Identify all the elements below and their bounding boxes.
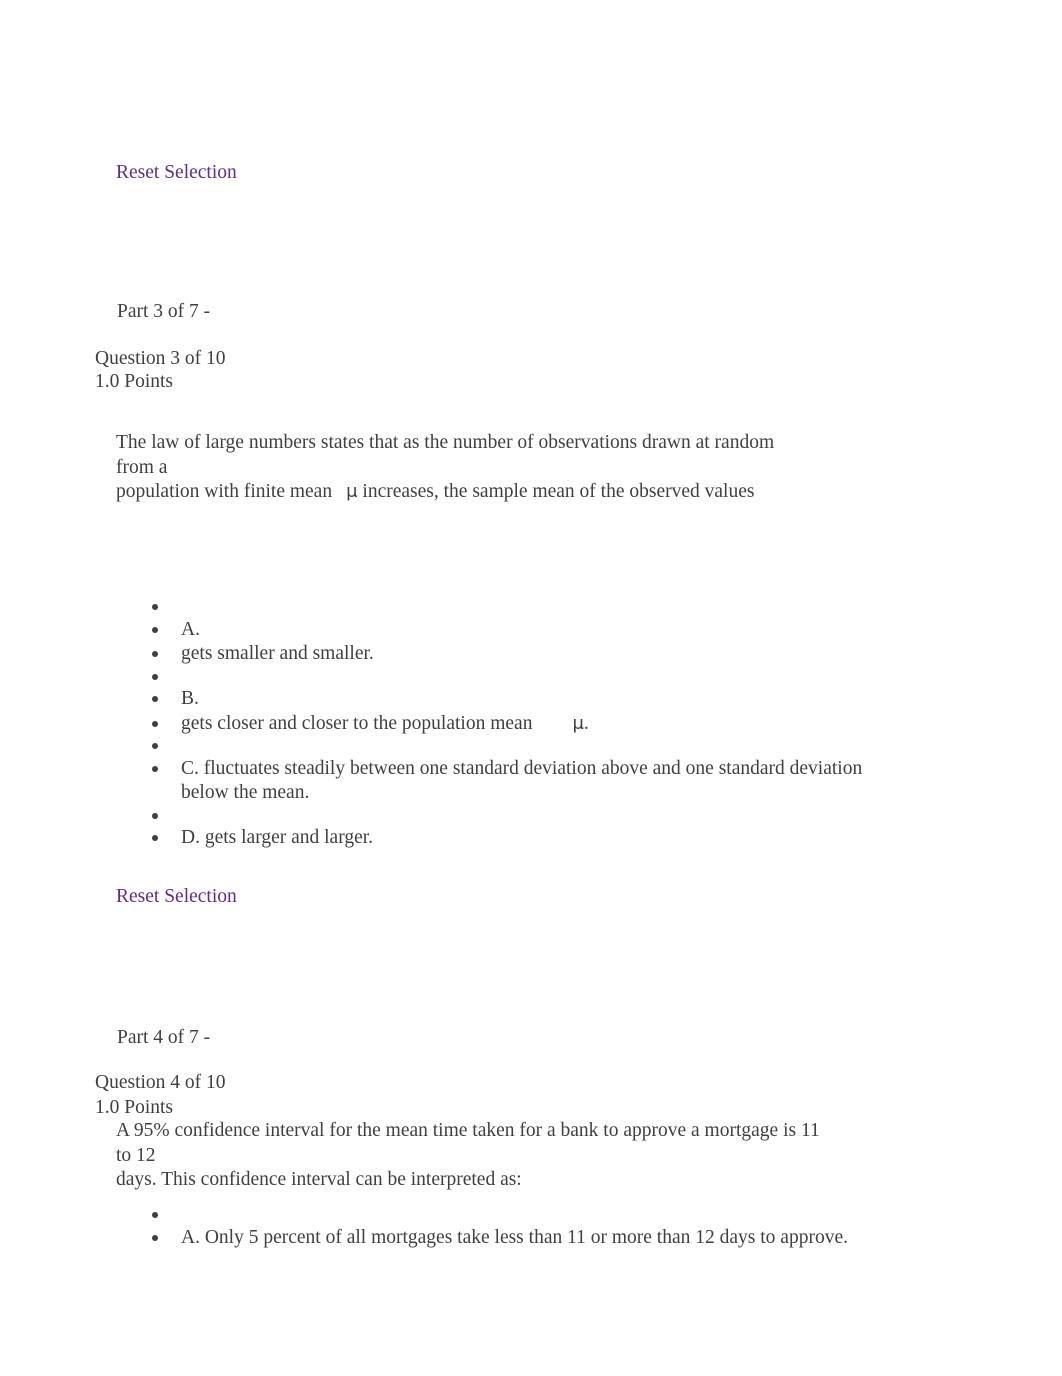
option-b-text[interactable]: gets closer and closer to the population… [141,712,901,737]
question-prompt-3: The law of large numbers states that as … [116,431,806,505]
reset-selection-link-question-3[interactable]: Reset Selection [116,885,237,909]
option-d-text[interactable]: D. gets larger and larger. [141,826,901,851]
question-points-4: 1.0 Points [95,1097,174,1118]
part-label-4: Part 4 of 7 - [117,1027,211,1048]
part-label-3: Part 3 of 7 - [117,301,211,322]
question-number-3: Question 3 of 10 [95,348,226,369]
question-prompt-3-line2b: increases, the sample mean of the observ… [362,481,755,502]
option-a-text[interactable]: A. Only 5 percent of all mortgages take … [141,1226,901,1251]
option-a-text[interactable]: gets smaller and smaller. [141,642,901,667]
option-b-text-after: . [583,712,589,734]
question-prompt-3-line2a: population with finite mean [116,481,333,502]
question-prompt-3-line1: The law of large numbers states that as … [116,432,775,478]
option-bullet-spacer[interactable] [141,597,901,618]
option-b-letter[interactable]: B. [141,687,901,712]
mu-symbol: μ [346,481,358,502]
question-prompt-4-line2: days. This confidence interval can be in… [116,1169,522,1190]
option-bullet-spacer[interactable] [141,667,901,688]
answer-options-question-3: A. gets smaller and smaller. B. gets clo… [141,597,901,851]
question-prompt-4-line1: A 95% confidence interval for the mean t… [116,1120,820,1166]
option-bullet-spacer[interactable] [141,806,901,827]
mu-symbol: μ [572,712,584,734]
option-a-letter[interactable]: A. [141,618,901,643]
document-page: Reset Selection Part 3 of 7 - Question 3… [0,0,1062,1376]
reset-selection-link-question-2[interactable]: Reset Selection [116,161,237,185]
question-number-4: Question 4 of 10 [95,1072,226,1093]
option-bullet-spacer[interactable] [141,1205,901,1226]
option-bullet-spacer[interactable] [141,736,901,757]
answer-options-question-4: A. Only 5 percent of all mortgages take … [141,1205,901,1250]
question-prompt-4: A 95% confidence interval for the mean t… [116,1119,826,1193]
option-c-text[interactable]: C. fluctuates steadily between one stand… [141,757,901,806]
question-points-3: 1.0 Points [95,371,174,392]
option-b-text-before: gets closer and closer to the population… [181,712,533,734]
